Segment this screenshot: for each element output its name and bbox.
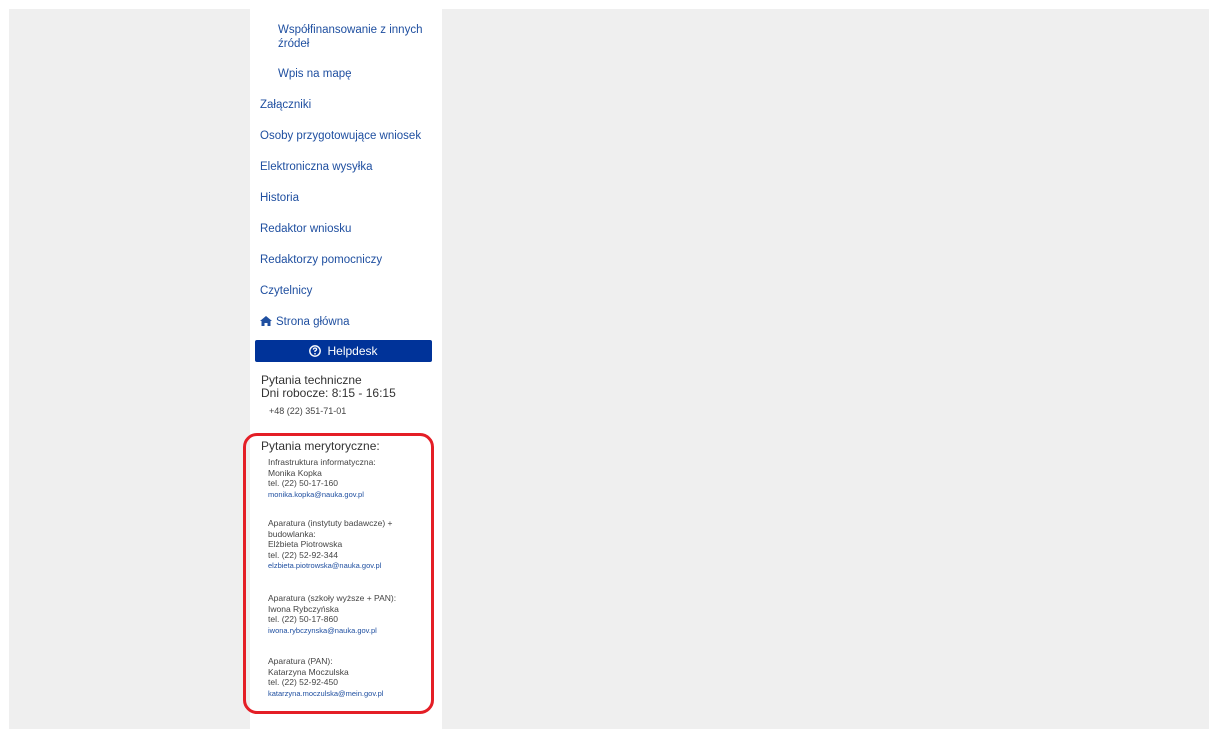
contact-phone: tel. (22) 50-17-860 [268, 614, 338, 624]
contact-email-link[interactable]: monika.kopka@nauka.gov.pl [268, 490, 428, 501]
sidebar-item-preparers[interactable]: Osoby przygotowujące wniosek [260, 129, 421, 143]
helpdesk-button[interactable]: Helpdesk [255, 340, 432, 362]
contact-email-link[interactable]: elzbieta.piotrowska@nauka.gov.pl [268, 561, 428, 572]
contact-area: Aparatura (szkoły wyższe + PAN): [268, 593, 397, 603]
contact-area: Aparatura (PAN): [268, 656, 333, 666]
contact-email-link[interactable]: iwona.rybczynska@nauka.gov.pl [268, 626, 428, 637]
sidebar-item-readers[interactable]: Czytelnicy [260, 284, 312, 298]
sidebar-item-home[interactable]: Strona główna [260, 315, 350, 329]
contact-card: Aparatura (PAN): Katarzyna Moczulska tel… [268, 656, 428, 699]
contact-phone: tel. (22) 52-92-344 [268, 549, 338, 560]
home-icon [260, 316, 272, 326]
tech-support-info: Pytania techniczne Dni robocze: 8:15 - 1… [261, 374, 396, 418]
tech-support-phone: +48 (22) 351-71-01 [269, 406, 347, 416]
contact-area: Aparatura (instytuty badawcze) + budowla… [268, 518, 393, 539]
contact-name: Iwona Rybczyńska [268, 603, 339, 614]
sidebar-item-editor[interactable]: Redaktor wniosku [260, 222, 351, 236]
contact-card: Aparatura (szkoły wyższe + PAN): Iwona R… [268, 593, 428, 636]
contact-name: Katarzyna Moczulska [268, 666, 349, 677]
sidebar-item-cofinancing[interactable]: Współfinansowanie z innych źródeł [278, 23, 428, 51]
contact-name: Monika Kopka [268, 467, 322, 478]
merit-title: Pytania merytoryczne: [261, 439, 380, 453]
sidebar-item-history[interactable]: Historia [260, 191, 299, 205]
contact-phone: tel. (22) 50-17-160 [268, 478, 338, 488]
tech-support-hours: Dni robocze: 8:15 - 16:15 [261, 386, 396, 400]
contact-name: Elżbieta Piotrowska [268, 539, 343, 549]
sidebar: Współfinansowanie z innych źródeł Wpis n… [243, 9, 442, 729]
sidebar-item-electronic-submission[interactable]: Elektroniczna wysyłka [260, 160, 372, 174]
question-circle-icon [309, 345, 322, 357]
contact-card: Infrastruktura informatyczna: Monika Kop… [268, 457, 428, 500]
page-background: Współfinansowanie z innych źródeł Wpis n… [9, 9, 1209, 729]
sidebar-item-map-entry[interactable]: Wpis na mapę [278, 67, 428, 81]
contact-card: Aparatura (instytuty badawcze) + budowla… [268, 518, 428, 572]
sidebar-item-attachments[interactable]: Załączniki [260, 98, 311, 112]
contact-phone: tel. (22) 52-92-450 [268, 677, 338, 687]
contact-area: Infrastruktura informatyczna: [268, 457, 376, 467]
helpdesk-label: Helpdesk [327, 344, 378, 358]
contact-email-link[interactable]: katarzyna.moczulska@mein.gov.pl [268, 689, 428, 700]
sidebar-item-assistant-editors[interactable]: Redaktorzy pomocniczy [260, 253, 382, 267]
home-label: Strona główna [276, 316, 350, 328]
